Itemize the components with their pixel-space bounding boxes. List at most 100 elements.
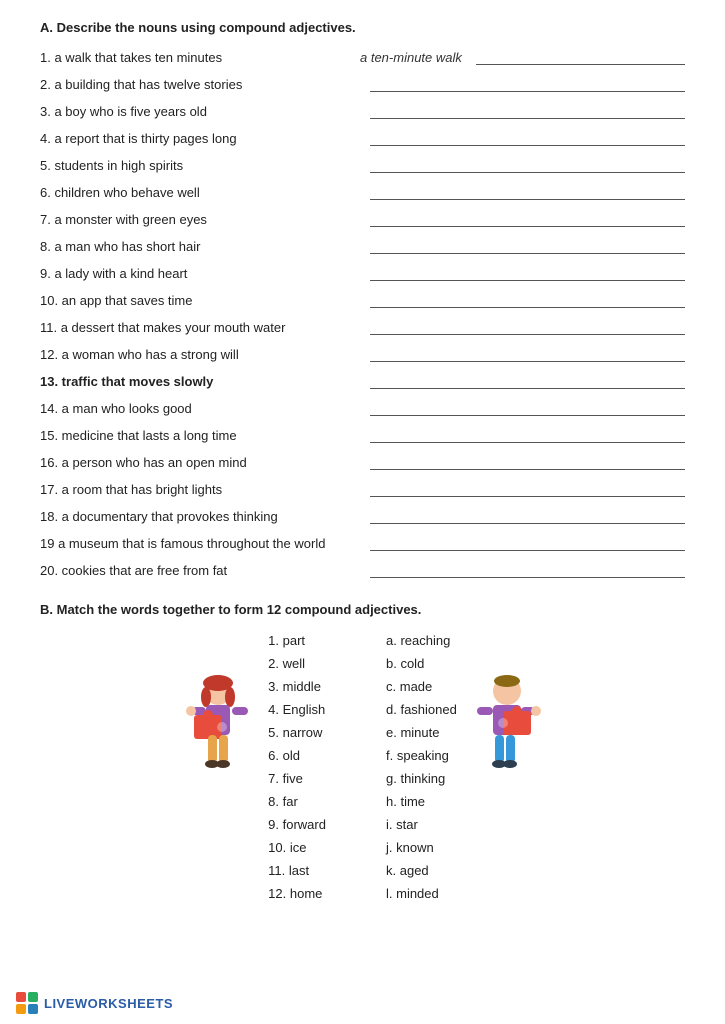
answer-line[interactable] — [370, 346, 685, 362]
answer-line[interactable] — [370, 103, 685, 119]
logo-sq-4 — [28, 1004, 38, 1014]
match-num: 3. — [268, 679, 279, 694]
exercise-item: 17. a room that has bright lights — [40, 475, 685, 497]
exercise-item: 13. traffic that moves slowly — [40, 367, 685, 389]
match-right-item: g. thinking — [386, 771, 457, 786]
item-text: 16. a person who has an open mind — [40, 455, 360, 470]
exercise-item: 10. an app that saves time — [40, 286, 685, 308]
match-left-item: 11. last — [268, 863, 326, 878]
answer-line[interactable] — [370, 157, 685, 173]
answer-line[interactable] — [370, 184, 685, 200]
match-word: part — [283, 633, 305, 648]
item-text: 19 a museum that is famous throughout th… — [40, 536, 360, 551]
match-left-item: 8. far — [268, 794, 326, 809]
answer-line[interactable] — [370, 373, 685, 389]
answer-line[interactable] — [370, 400, 685, 416]
match-word: forward — [283, 817, 326, 832]
answer-line[interactable] — [370, 211, 685, 227]
figure-left — [178, 673, 258, 806]
match-word: last — [289, 863, 309, 878]
exercise-item: 16. a person who has an open mind — [40, 448, 685, 470]
match-right-item: h. time — [386, 794, 457, 809]
match-word: minute — [400, 725, 439, 740]
answer-line[interactable] — [370, 535, 685, 551]
item-text: 18. a documentary that provokes thinking — [40, 509, 360, 524]
exercise-item: 14. a man who looks good — [40, 394, 685, 416]
match-right-item: j. known — [386, 840, 457, 855]
logo-squares — [16, 992, 38, 1014]
answer-line[interactable] — [370, 130, 685, 146]
match-letter: b. — [386, 656, 397, 671]
section-a-title: A. Describe the nouns using compound adj… — [40, 20, 685, 35]
match-word: well — [283, 656, 305, 671]
match-left-item: 1. part — [268, 633, 326, 648]
match-letter: k. — [386, 863, 396, 878]
exercise-item: 7. a monster with green eyes — [40, 205, 685, 227]
match-word: reaching — [400, 633, 450, 648]
match-right-item: f. speaking — [386, 748, 457, 763]
item-text: 8. a man who has short hair — [40, 239, 360, 254]
section-a: A. Describe the nouns using compound adj… — [40, 20, 685, 578]
match-word: ice — [290, 840, 307, 855]
item-text: 13. traffic that moves slowly — [40, 374, 360, 389]
exercise-item: 2. a building that has twelve stories — [40, 70, 685, 92]
match-num: 6. — [268, 748, 279, 763]
match-num: 10. — [268, 840, 286, 855]
item-text: 3. a boy who is five years old — [40, 104, 360, 119]
match-col-right: a. reachingb. coldc. maded. fashionede. … — [386, 633, 457, 909]
match-left-item: 7. five — [268, 771, 326, 786]
match-left-item: 9. forward — [268, 817, 326, 832]
match-left-item: 12. home — [268, 886, 326, 901]
match-letter: c. — [386, 679, 396, 694]
match-word: time — [400, 794, 425, 809]
answer-line[interactable] — [370, 454, 685, 470]
item-text: 4. a report that is thirty pages long — [40, 131, 360, 146]
exercise-item: 6. children who behave well — [40, 178, 685, 200]
exercise-item: 15. medicine that lasts a long time — [40, 421, 685, 443]
exercise-item: 8. a man who has short hair — [40, 232, 685, 254]
match-letter: f. — [386, 748, 393, 763]
match-left-item: 6. old — [268, 748, 326, 763]
answer-line[interactable] — [370, 481, 685, 497]
answer-line[interactable] — [476, 49, 685, 65]
item-text: 9. a lady with a kind heart — [40, 266, 360, 281]
exercise-item: 5. students in high spirits — [40, 151, 685, 173]
match-word: narrow — [283, 725, 323, 740]
exercise-item: 19 a museum that is famous throughout th… — [40, 529, 685, 551]
answer-line[interactable] — [370, 427, 685, 443]
item-text: 5. students in high spirits — [40, 158, 360, 173]
match-right-item: a. reaching — [386, 633, 457, 648]
match-left-item: 10. ice — [268, 840, 326, 855]
match-word: star — [396, 817, 418, 832]
match-word: minded — [396, 886, 439, 901]
match-right-item: i. star — [386, 817, 457, 832]
item-text: 10. an app that saves time — [40, 293, 360, 308]
match-right-item: k. aged — [386, 863, 457, 878]
item-text: 6. children who behave well — [40, 185, 360, 200]
match-num: 8. — [268, 794, 279, 809]
footer-logo-text: LIVEWORKSHEETS — [44, 996, 173, 1011]
logo-sq-2 — [28, 992, 38, 1002]
match-num: 9. — [268, 817, 279, 832]
match-num: 5. — [268, 725, 279, 740]
match-left-item: 5. narrow — [268, 725, 326, 740]
match-num: 7. — [268, 771, 279, 786]
logo-sq-1 — [16, 992, 26, 1002]
answer-line[interactable] — [370, 292, 685, 308]
answer-line[interactable] — [370, 508, 685, 524]
section-b-title: B. Match the words together to form 12 c… — [40, 602, 685, 617]
item-text: 17. a room that has bright lights — [40, 482, 360, 497]
answer-line[interactable] — [370, 265, 685, 281]
item-text: 14. a man who looks good — [40, 401, 360, 416]
item-text: 11. a dessert that makes your mouth wate… — [40, 320, 360, 335]
answer-line[interactable] — [370, 238, 685, 254]
match-word: aged — [400, 863, 429, 878]
match-container: 1. part2. well3. middle4. English5. narr… — [40, 633, 685, 909]
item-text: 20. cookies that are free from fat — [40, 563, 360, 578]
match-letter: l. — [386, 886, 393, 901]
answer-line[interactable] — [370, 562, 685, 578]
answer-line[interactable] — [370, 319, 685, 335]
match-num: 12. — [268, 886, 286, 901]
answer-line[interactable] — [370, 76, 685, 92]
exercise-item: 9. a lady with a kind heart — [40, 259, 685, 281]
